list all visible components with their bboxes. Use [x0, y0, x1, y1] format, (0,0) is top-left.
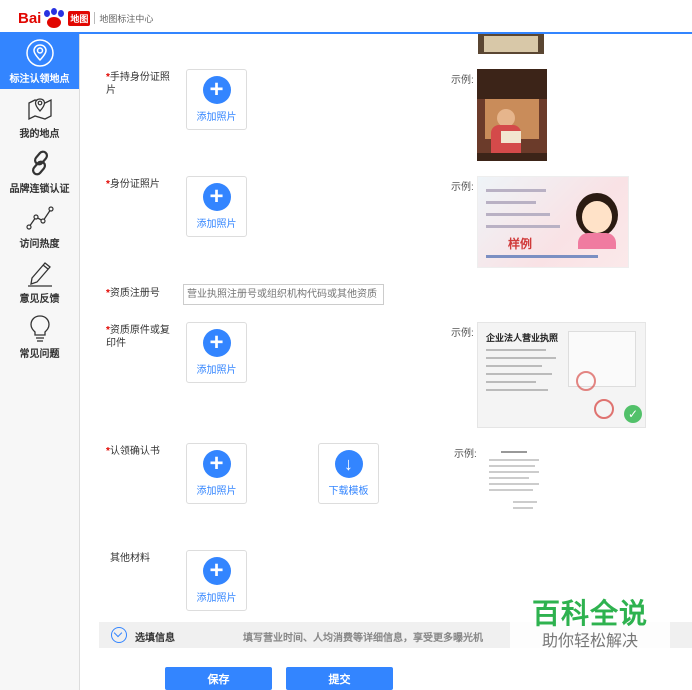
example-image-id-card: 样例 — [477, 176, 629, 268]
sidebar-item-label: 访问热度 — [19, 239, 60, 250]
watermark-title: 百科全说 — [531, 597, 648, 630]
location-pin-icon — [25, 39, 54, 67]
sidebar-item-brand-chain[interactable]: 品牌连锁认证 — [0, 144, 79, 199]
submit-button[interactable]: 提交 — [286, 667, 393, 690]
other-materials-label: 其他材料 — [110, 553, 150, 564]
sidebar-item-visit-heat[interactable]: 访问热度 — [0, 199, 79, 254]
download-icon: ↓ — [334, 450, 363, 478]
optional-info-title: 选填信息 — [135, 633, 175, 644]
optional-info-description: 填写营业时间、人均消费等详细信息，享受更多曝光机 — [243, 633, 483, 644]
header-subtitle: 地图标注中心 — [99, 13, 154, 24]
example-label: 示例: — [451, 75, 474, 86]
chevron-down-icon — [111, 627, 127, 643]
baidu-map-logo[interactable]: Bai 地图 地图标注中心 — [18, 8, 153, 28]
plus-icon: + — [202, 557, 231, 585]
logo-divider — [94, 12, 96, 24]
example-image-top — [478, 34, 544, 54]
paw-icon — [42, 8, 66, 28]
trend-line-icon — [25, 206, 54, 230]
id-hand-label: *手持身份证照片 — [106, 72, 170, 96]
upload-confirm-letter-button[interactable]: + 添加照片 — [186, 443, 247, 504]
license-label: *资质原件或复印件 — [106, 325, 170, 349]
example-label: 示例: — [454, 449, 477, 460]
watermark-overlay: 百科全说 助你轻松解决 — [510, 596, 670, 666]
reg-number-input[interactable] — [183, 284, 384, 305]
chain-link-icon — [31, 150, 48, 176]
example-label: 示例: — [451, 182, 474, 193]
reg-number-label: *资质注册号 — [106, 288, 160, 299]
sidebar-item-label: 标注认领地点 — [9, 74, 70, 85]
sidebar-item-faq[interactable]: 常见问题 — [0, 309, 79, 364]
top-header: Bai 地图 地图标注中心 — [0, 0, 692, 34]
sidebar: 标注认领地点 我的地点 品牌连锁认证 访问热度 意见反馈 常见问题 — [0, 34, 80, 690]
example-label: 示例: — [451, 328, 474, 339]
upload-license-button[interactable]: + 添加照片 — [186, 322, 247, 383]
check-icon: ✓ — [624, 405, 642, 423]
sidebar-item-label: 常见问题 — [19, 349, 60, 360]
save-button[interactable]: 保存 — [165, 667, 272, 690]
example-image-confirm-letter — [483, 447, 545, 535]
watermark-subtitle: 助你轻松解决 — [541, 633, 638, 650]
sidebar-item-label: 我的地点 — [19, 129, 60, 140]
logo-text: Bai — [18, 9, 42, 27]
plus-icon: + — [202, 329, 231, 357]
map-icon — [27, 98, 52, 121]
plus-icon: + — [202, 76, 231, 104]
license-sample-title: 企业法人营业执照 — [486, 333, 559, 343]
lightbulb-icon — [29, 315, 50, 342]
plus-icon: + — [202, 183, 231, 211]
example-image-license: 企业法人营业执照 ✓ — [477, 322, 646, 428]
sidebar-item-my-places[interactable]: 我的地点 — [0, 89, 79, 144]
sidebar-item-label: 品牌连锁认证 — [9, 184, 70, 195]
example-image-hand-id — [477, 69, 547, 161]
logo-badge: 地图 — [68, 10, 91, 26]
download-template-button[interactable]: ↓ 下载模板 — [318, 443, 379, 504]
sidebar-item-label: 意见反馈 — [19, 294, 60, 305]
id-card-sample-text: 样例 — [508, 237, 533, 251]
confirm-letter-label: *认领确认书 — [106, 446, 160, 457]
id-card-label: *身份证照片 — [106, 179, 160, 190]
upload-id-hand-button[interactable]: + 添加照片 — [186, 69, 247, 130]
upload-id-card-button[interactable]: + 添加照片 — [186, 176, 247, 237]
sidebar-item-feedback[interactable]: 意见反馈 — [0, 254, 79, 309]
plus-icon: + — [202, 450, 231, 478]
upload-other-materials-button[interactable]: + 添加照片 — [186, 550, 247, 611]
sidebar-item-claim-location[interactable]: 标注认领地点 — [0, 34, 79, 89]
pencil-icon — [27, 262, 52, 287]
